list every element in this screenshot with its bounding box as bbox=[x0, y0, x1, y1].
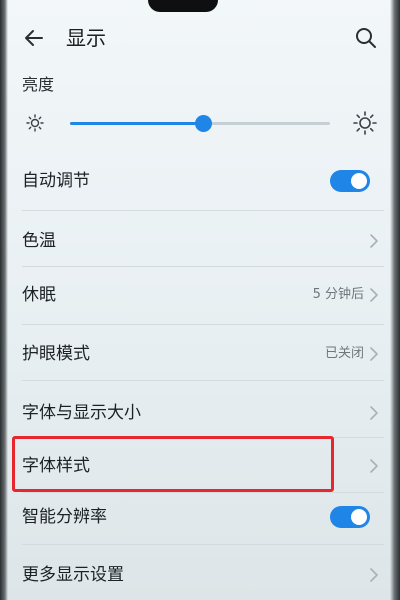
page-title: 显示 bbox=[66, 26, 106, 50]
highlight-annotation-box bbox=[12, 436, 334, 492]
smart-resolution-toggle[interactable] bbox=[330, 506, 370, 528]
toggle-knob bbox=[351, 173, 367, 189]
brightness-label: 亮度 bbox=[22, 75, 55, 94]
more-display-label: 更多显示设置 bbox=[22, 565, 124, 585]
chevron-right-icon bbox=[370, 288, 378, 302]
brightness-low-icon bbox=[26, 114, 44, 132]
color-temp-row[interactable]: 色温 bbox=[0, 212, 400, 270]
display-settings-screen: 显示 亮度 自动调节 色温 休眠 5 分钟后 护眼模式 已关闭 字体与显示大小 … bbox=[0, 0, 400, 600]
chevron-right-icon bbox=[370, 459, 378, 473]
brightness-slider-fill bbox=[70, 122, 203, 125]
auto-adjust-toggle[interactable] bbox=[330, 170, 370, 192]
chevron-right-icon bbox=[370, 347, 378, 361]
chevron-right-icon bbox=[370, 568, 378, 582]
chevron-right-icon bbox=[370, 234, 378, 248]
app-bar: 显示 bbox=[0, 14, 400, 62]
eye-comfort-label: 护眼模式 bbox=[22, 344, 90, 364]
divider bbox=[22, 380, 384, 381]
smart-resolution-row[interactable]: 智能分辨率 bbox=[0, 488, 400, 546]
more-display-row[interactable]: 更多显示设置 bbox=[0, 546, 400, 600]
smart-resolution-label: 智能分辨率 bbox=[22, 507, 107, 527]
sleep-row[interactable]: 休眠 5 分钟后 bbox=[0, 266, 400, 324]
back-arrow-icon[interactable] bbox=[22, 26, 46, 50]
font-size-row[interactable]: 字体与显示大小 bbox=[0, 384, 400, 442]
font-size-label: 字体与显示大小 bbox=[22, 403, 141, 423]
auto-adjust-row[interactable]: 自动调节 bbox=[0, 152, 400, 210]
chevron-right-icon bbox=[370, 406, 378, 420]
brightness-slider-thumb[interactable] bbox=[194, 115, 212, 132]
brightness-slider[interactable] bbox=[70, 115, 330, 132]
toggle-knob bbox=[351, 509, 367, 525]
eye-comfort-value: 已关闭 bbox=[324, 346, 364, 361]
search-icon[interactable] bbox=[354, 26, 378, 50]
color-temp-label: 色温 bbox=[22, 231, 56, 251]
sleep-label: 休眠 bbox=[22, 285, 56, 305]
eye-comfort-row[interactable]: 护眼模式 已关闭 bbox=[0, 325, 400, 383]
divider bbox=[22, 210, 384, 211]
brightness-high-icon bbox=[353, 111, 377, 135]
camera-notch bbox=[148, 0, 218, 12]
sleep-value: 5 分钟后 bbox=[312, 287, 364, 302]
divider bbox=[22, 544, 384, 545]
auto-adjust-label: 自动调节 bbox=[22, 171, 90, 191]
